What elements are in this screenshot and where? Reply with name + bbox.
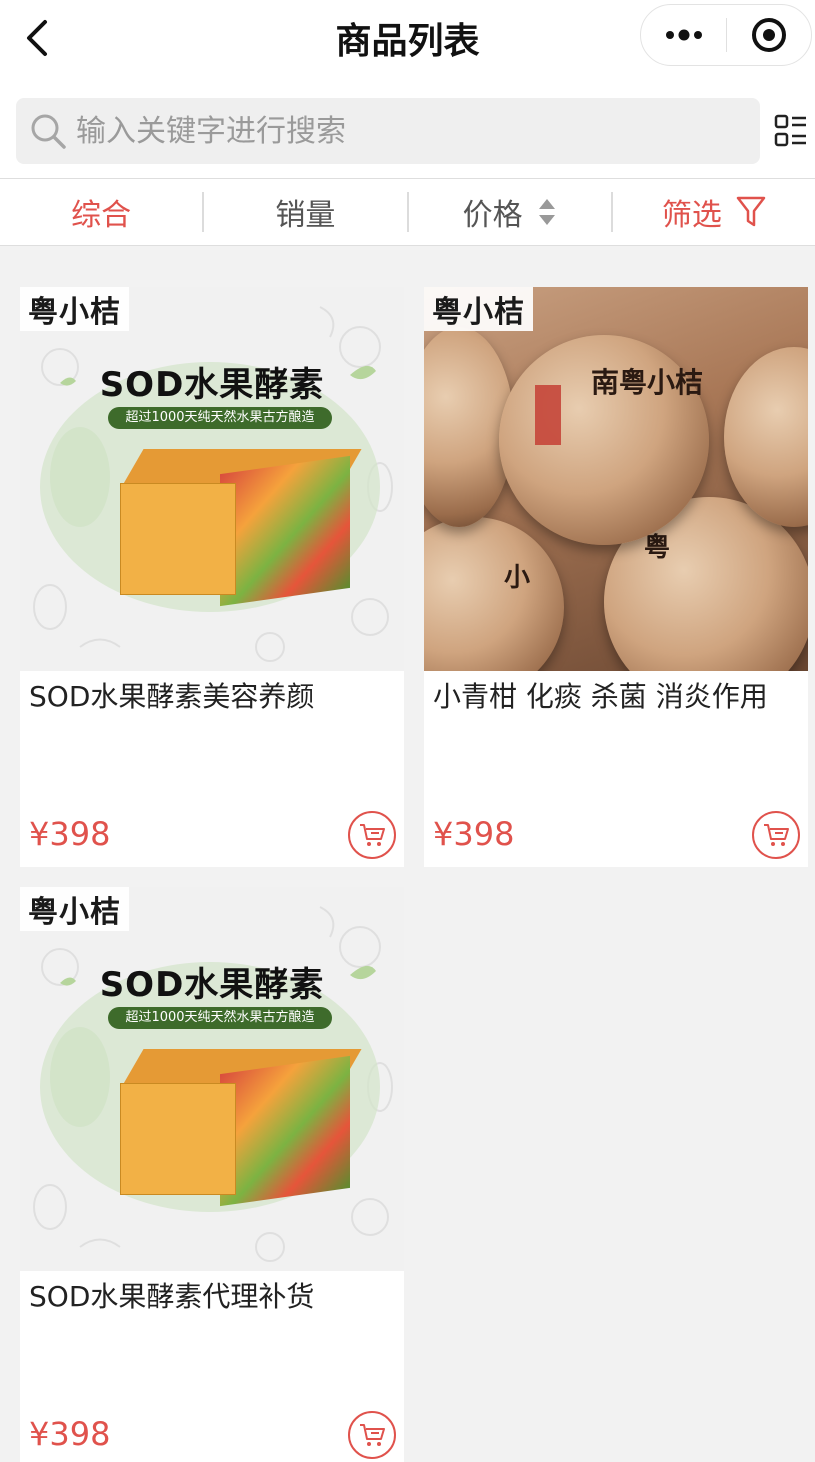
more-dots-icon <box>665 29 702 41</box>
product-image: SOD水果酵素 超过1000天纯天然水果古方酿造 粤小桔 <box>20 287 404 671</box>
nav-header: 商品列表 <box>0 0 815 78</box>
brand-logo: 粤小桔 <box>20 287 129 331</box>
brand-logo: 粤小桔 <box>20 887 129 931</box>
product-image: SOD水果酵素 超过1000天纯天然水果古方酿造 粤小桔 <box>20 887 404 1271</box>
product-name: SOD水果酵素美容养颜 <box>29 680 315 713</box>
product-price: ¥398 <box>29 815 111 853</box>
funnel-icon <box>736 195 766 229</box>
cart-icon <box>764 824 789 846</box>
tangerine-image-background: 小 粤 南粤小桔 <box>424 287 808 671</box>
image-headline: SOD水果酵素 <box>99 965 325 1005</box>
close-miniprogram-button[interactable] <box>727 5 811 65</box>
sod-image-background: SOD水果酵素 超过1000天纯天然水果古方酿造 <box>20 287 404 671</box>
filter-sales[interactable]: 销量 <box>204 179 406 245</box>
filter-label: 筛选 <box>661 198 722 233</box>
sod-image-background: SOD水果酵素 超过1000天纯天然水果古方酿造 <box>20 887 404 1271</box>
product-image: 小 粤 南粤小桔 粤小桔 <box>424 287 808 671</box>
filter-label: 综合 <box>71 198 132 233</box>
filter-bar: 综合 销量 价格 筛选 <box>0 178 815 246</box>
product-card[interactable]: 小 粤 南粤小桔 粤小桔 小青柑 化痰 杀菌 消炎作用 ¥398 <box>424 287 808 867</box>
tea-ball: 小 <box>424 517 564 671</box>
search-icon <box>20 98 76 164</box>
search-row <box>0 78 815 178</box>
product-price: ¥398 <box>29 1415 111 1453</box>
sort-arrows-icon <box>537 195 557 229</box>
product-name: SOD水果酵素代理补货 <box>29 1280 315 1313</box>
cart-icon <box>360 824 385 846</box>
product-price: ¥398 <box>433 815 515 853</box>
filter-price[interactable]: 价格 <box>409 179 611 245</box>
tea-ball-main: 南粤小桔 <box>499 335 709 545</box>
product-name: 小青柑 化痰 杀菌 消炎作用 <box>433 680 768 713</box>
list-layout-toggle[interactable] <box>770 110 812 152</box>
cart-icon <box>360 1424 385 1446</box>
image-headline: SOD水果酵素 <box>99 365 325 405</box>
product-card[interactable]: SOD水果酵素 超过1000天纯天然水果古方酿造 粤小桔 SOD水果酵素代理补货… <box>20 887 404 1462</box>
product-box-side <box>220 1055 350 1207</box>
image-ribbon: 超过1000天纯天然水果古方酿造 <box>108 407 332 429</box>
add-to-cart-button[interactable] <box>348 811 396 859</box>
filter-label: 销量 <box>275 198 336 233</box>
filter-label: 价格 <box>462 198 523 233</box>
filter-screen[interactable]: 筛选 <box>613 179 815 245</box>
search-box <box>16 98 760 164</box>
mini-program-capsule <box>640 4 812 66</box>
more-button[interactable] <box>641 5 726 65</box>
image-ribbon: 超过1000天纯天然水果古方酿造 <box>108 1007 332 1029</box>
search-input[interactable] <box>76 101 736 161</box>
product-card[interactable]: SOD水果酵素 超过1000天纯天然水果古方酿造 粤小桔 SOD水果酵素美容养颜… <box>20 287 404 867</box>
list-view-icon <box>774 114 806 147</box>
add-to-cart-button[interactable] <box>348 1411 396 1459</box>
add-to-cart-button[interactable] <box>752 811 800 859</box>
brand-logo: 粤小桔 <box>424 287 533 331</box>
filter-comprehensive[interactable]: 综合 <box>0 179 202 245</box>
target-icon <box>751 18 786 52</box>
product-box-front <box>120 483 236 595</box>
product-box-front <box>120 1083 236 1195</box>
product-box-side <box>220 455 350 607</box>
